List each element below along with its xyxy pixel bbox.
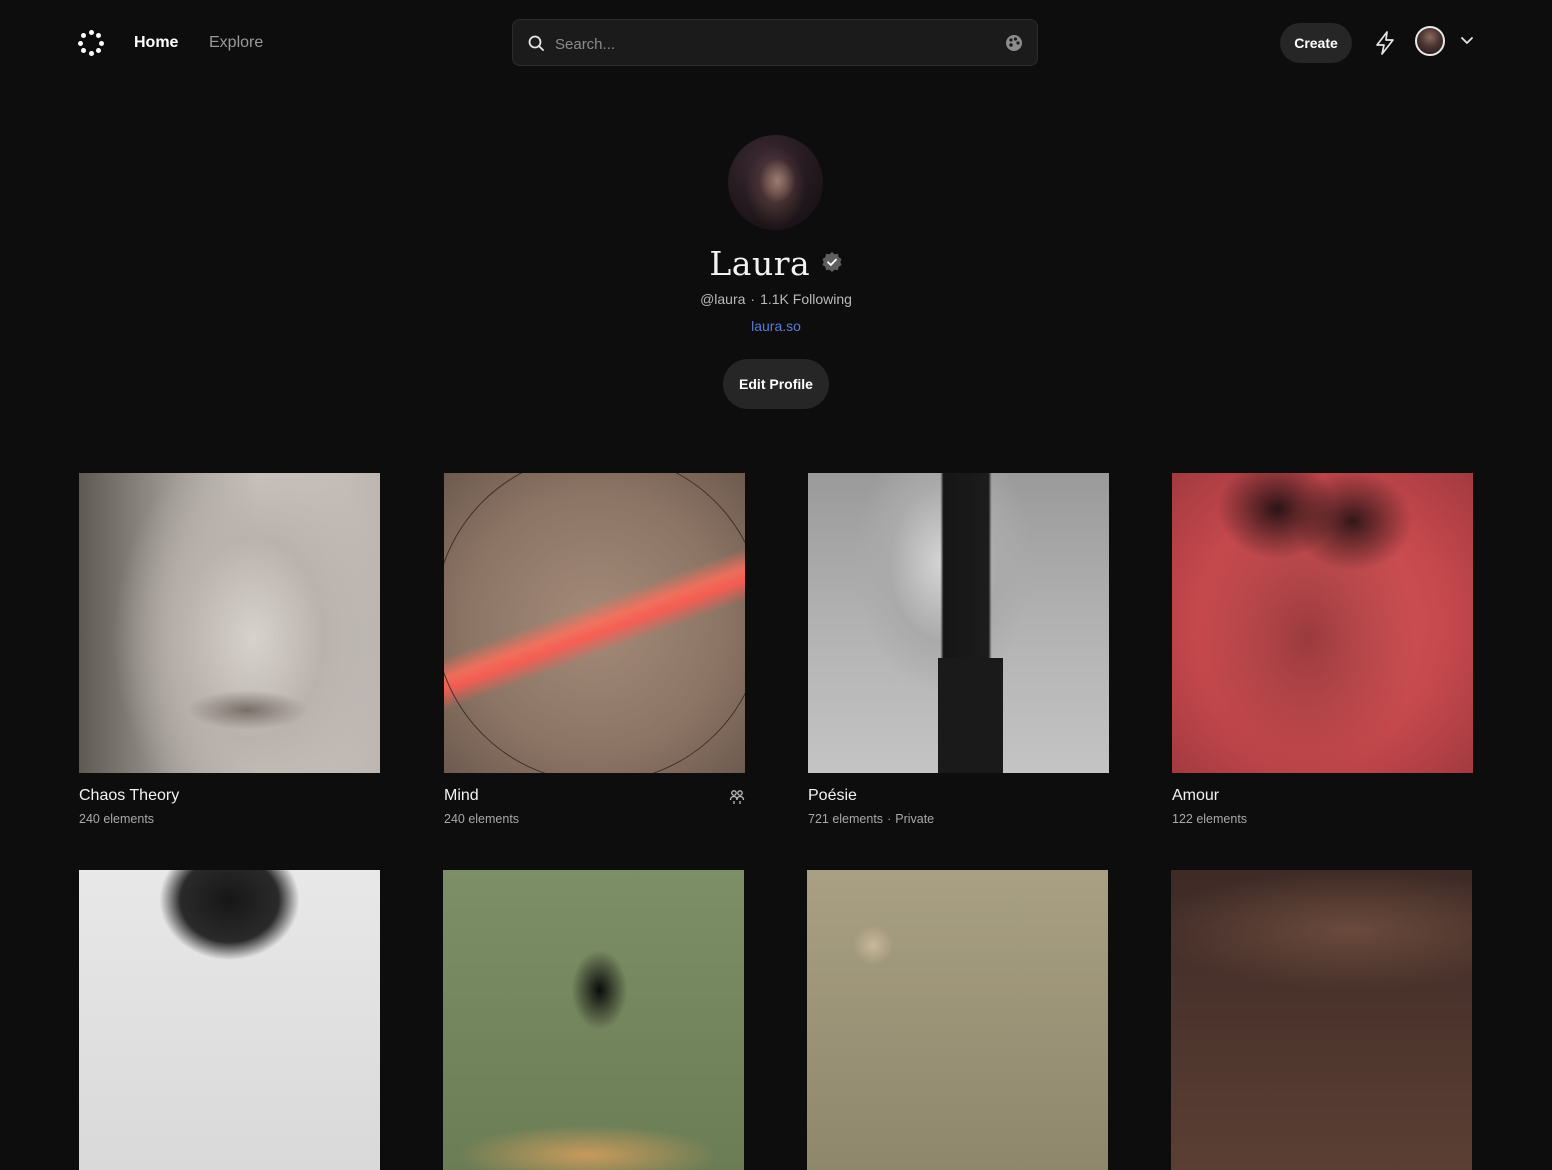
user-avatar[interactable] — [1415, 26, 1445, 56]
profile-name-row: Laura — [0, 244, 1552, 283]
collection-thumbnail[interactable] — [807, 870, 1108, 1170]
collection-title[interactable]: Chaos Theory — [79, 787, 179, 805]
search-input[interactable] — [553, 32, 987, 56]
profile-name: Laura — [709, 244, 811, 283]
element-count: 122 elements — [1172, 812, 1248, 826]
collection-card[interactable]: Mind 240 elements — [444, 473, 745, 826]
collaborators-icon[interactable] — [729, 789, 745, 805]
collection-meta: 122 elements — [1172, 812, 1247, 826]
separator-dot: · — [887, 812, 892, 826]
verified-icon — [822, 251, 842, 272]
logo-icon[interactable] — [78, 30, 104, 56]
collection-card[interactable]: Chaos Theory 240 elements — [79, 473, 380, 826]
search-bar[interactable] — [512, 19, 1038, 66]
collection-card[interactable] — [807, 870, 1108, 1170]
profile-website-link[interactable]: laura.so — [751, 318, 801, 334]
circle-shape — [444, 473, 745, 773]
nav-home[interactable]: Home — [134, 33, 178, 53]
element-count: 240 elements — [444, 812, 520, 826]
collection-title[interactable]: Amour — [1172, 787, 1219, 805]
collection-title[interactable]: Poésie — [808, 787, 857, 805]
visibility-label: Private — [895, 812, 935, 826]
collection-thumbnail[interactable] — [808, 473, 1109, 773]
profile-handle: @laura — [700, 291, 746, 307]
collection-card[interactable]: Amour 122 elements — [1172, 473, 1473, 826]
collection-meta: 240 elements — [79, 812, 154, 826]
collection-thumbnail[interactable] — [1171, 870, 1472, 1170]
collection-thumbnail[interactable] — [443, 870, 744, 1170]
chevron-down-icon[interactable] — [1460, 36, 1474, 46]
figure-shape — [938, 658, 1003, 773]
collection-thumbnail[interactable] — [79, 473, 380, 773]
element-count: 240 elements — [79, 812, 155, 826]
collection-card[interactable] — [1171, 870, 1472, 1170]
profile-meta: @laura · 1.1K Following — [0, 291, 1552, 307]
collection-thumbnail[interactable] — [79, 870, 380, 1170]
create-button[interactable]: Create — [1280, 23, 1352, 63]
profile-website-row: laura.so — [0, 318, 1552, 334]
collection-card[interactable] — [79, 870, 380, 1170]
nav-explore[interactable]: Explore — [209, 33, 263, 53]
search-icon — [528, 35, 544, 51]
profile-avatar — [728, 135, 823, 230]
separator-dot: · — [750, 291, 756, 307]
collection-card[interactable] — [443, 870, 744, 1170]
following-count[interactable]: 1.1K Following — [760, 291, 852, 307]
collection-thumbnail[interactable] — [444, 473, 745, 773]
edit-profile-button[interactable]: Edit Profile — [723, 359, 829, 409]
collection-meta: 240 elements — [444, 812, 519, 826]
palette-icon[interactable] — [1005, 34, 1023, 52]
collection-meta: 721 elements · Private — [808, 812, 934, 826]
collection-thumbnail[interactable] — [1172, 473, 1473, 773]
lightning-icon[interactable] — [1375, 31, 1395, 55]
collection-title[interactable]: Mind — [444, 787, 479, 805]
collection-card[interactable]: Poésie 721 elements · Private — [808, 473, 1109, 826]
element-count: 721 elements — [808, 812, 884, 826]
